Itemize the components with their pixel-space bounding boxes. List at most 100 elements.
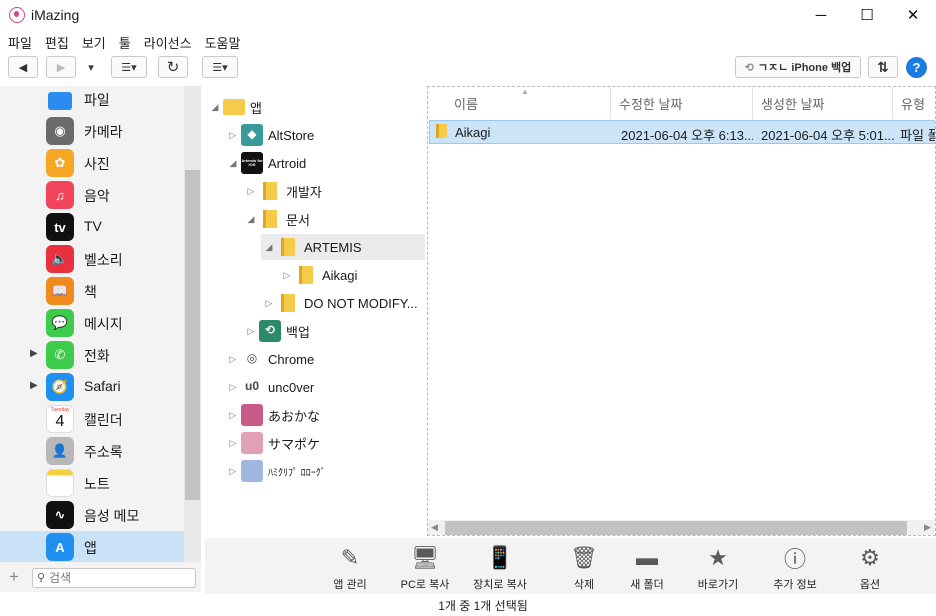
column-header-created[interactable]: 생성한 날짜 — [753, 87, 893, 119]
minimize-button[interactable]: ─ — [798, 0, 844, 30]
sidebar-item[interactable]: 👤 주소록 — [0, 435, 184, 467]
action-button[interactable]: ▬ 새 폴더 — [607, 544, 687, 594]
action-button[interactable]: ⓘ 추가 정보 — [755, 544, 835, 594]
back-button[interactable]: ◀ — [8, 56, 38, 78]
tree-item[interactable]: ▷ サマポケ — [225, 430, 425, 456]
search-input[interactable] — [49, 570, 189, 586]
sidebar-item[interactable]: ✿ 사진 — [0, 147, 184, 179]
tree-item-label: ﾊﾐｸﾘﾌﾟ ﾛﾛｰｸﾞ — [268, 467, 326, 479]
expand-arrow-icon[interactable]: ▶ — [30, 380, 38, 391]
tree-item[interactable]: ◢ ARTEMIS — [261, 234, 425, 260]
file-list-scrollbar-thumb[interactable] — [445, 521, 907, 535]
tree-expand-icon[interactable]: ◢ — [207, 102, 223, 113]
menu-edit[interactable]: 편집 — [45, 30, 69, 52]
tree-item[interactable]: ▷ ﾊﾐｸﾘﾌﾟ ﾛﾛｰｸﾞ — [225, 458, 425, 484]
sidebar-item[interactable]: ▶ ✆ 전화 — [0, 339, 184, 371]
view-mode-button[interactable]: ☰▾ — [111, 56, 147, 78]
sidebar-item[interactable]: ∿ 음성 메모 — [0, 499, 184, 531]
sidebar-item[interactable]: tv TV — [0, 211, 184, 243]
tree-expand-icon[interactable]: ▷ — [225, 382, 241, 393]
tree-expand-icon[interactable]: ▷ — [279, 270, 295, 281]
folder-tree: ◢ 앱 ▷ ◆ AltStore ◢ Artemis for iOS Artroid ▷ 개발자 ◢… — [205, 86, 425, 536]
tree-item[interactable]: ▷ DO NOT MODIFY... — [261, 290, 425, 316]
backup-button[interactable]: ⟲ ㄱㅈㄴ iPhone 백업 — [735, 56, 861, 78]
tree-item[interactable]: ▷ ◆ AltStore — [225, 122, 425, 148]
sidebar-scrollbar-thumb[interactable] — [185, 170, 200, 500]
action-label: 추가 정보 — [773, 579, 817, 591]
action-button[interactable]: 🖥 PC로 복사 — [385, 544, 465, 594]
sidebar-item-label: 메시지 — [84, 316, 123, 332]
sidebar-item[interactable]: ▶ 🧭 Safari — [0, 371, 184, 403]
menu-view[interactable]: 보기 — [82, 30, 106, 52]
tree-expand-icon[interactable]: ▷ — [225, 410, 241, 421]
help-button[interactable]: ? — [906, 57, 927, 78]
action-label: 옵션 — [859, 579, 881, 591]
add-button[interactable]: + — [9, 567, 19, 587]
maximize-button[interactable]: ☐ — [844, 0, 890, 30]
sidebar-item[interactable]: Tuesday 4 캘린더 — [0, 403, 184, 435]
menu-license[interactable]: 라이선스 — [144, 30, 192, 52]
tree-item[interactable]: ◢ Artemis for iOS Artroid — [225, 150, 425, 176]
backup-label: ㄱㅈㄴ iPhone 백업 — [757, 62, 852, 74]
sidebar-item[interactable]: 📖 책 — [0, 275, 184, 307]
column-header-name[interactable]: 이름 — [428, 87, 611, 119]
tree-expand-icon[interactable]: ▷ — [225, 130, 241, 141]
tree-item-label: AltStore — [268, 127, 315, 143]
scroll-right-icon[interactable]: ▶ — [924, 522, 931, 533]
tree-expand-icon[interactable]: ◢ — [261, 242, 277, 253]
tree-expand-icon[interactable]: ▷ — [225, 438, 241, 449]
action-button[interactable]: ✎ 앱 관리 — [310, 544, 390, 594]
tree-item[interactable]: ▷ あおかな — [225, 402, 425, 428]
tree-item[interactable]: ▷ 개발자 — [243, 178, 425, 204]
tree-item[interactable]: ▷ ⟲ 백업 — [243, 318, 425, 344]
tree-expand-icon[interactable]: ▷ — [261, 298, 277, 309]
imazing-logo-icon — [9, 7, 25, 23]
altstore-icon: ◆ — [241, 124, 263, 146]
sidebar-item[interactable]: 파일 — [0, 86, 184, 115]
sidebar-item[interactable]: 💬 메시지 — [0, 307, 184, 339]
tree-item[interactable]: ◢ 문서 — [243, 206, 425, 232]
backup-icon: ⟲ — [259, 320, 281, 342]
file-row[interactable]: Aikagi 2021-06-04 오후 6:13... 2021-06-04 … — [429, 120, 935, 144]
sidebar-item[interactable]: 🔈 벨소리 — [0, 243, 184, 275]
sidebar-item[interactable]: A앱 — [0, 531, 184, 562]
calendar-icon: Tuesday 4 — [46, 405, 74, 433]
tree-item[interactable]: ◢ 앱 — [207, 94, 425, 120]
sidebar-item-label: 전화 — [84, 348, 110, 364]
transfer-button[interactable]: ⇅ — [868, 56, 898, 78]
action-button[interactable]: ★ 바로가기 — [678, 544, 758, 594]
tree-item[interactable]: ▷ ◎ Chrome — [225, 346, 425, 372]
expand-arrow-icon[interactable]: ▶ — [30, 348, 38, 359]
menu-help[interactable]: 도움말 — [205, 30, 241, 52]
tree-expand-icon[interactable]: ▷ — [243, 186, 259, 197]
tree-expand-icon[interactable]: ◢ — [243, 214, 259, 225]
action-button[interactable]: ⚙ 옵션 — [830, 544, 910, 594]
menu-tools[interactable]: 툴 — [119, 30, 131, 52]
sidebar-item[interactable]: 노트 — [0, 467, 184, 499]
sort-options-button[interactable]: ☰▾ — [202, 56, 238, 78]
menu-file[interactable]: 파일 — [8, 30, 32, 52]
refresh-button[interactable]: ↻ — [158, 56, 188, 78]
file-list-scrollbar[interactable]: ◀ ▶ — [428, 520, 935, 535]
window-title: iMazing — [31, 7, 80, 23]
tree-expand-icon[interactable]: ▷ — [225, 354, 241, 365]
action-button[interactable]: 📱 장치로 복사 — [460, 544, 540, 594]
tree-expand-icon[interactable]: ◢ — [225, 158, 241, 169]
forward-button[interactable]: ▶ — [46, 56, 76, 78]
tree-item[interactable]: ▷ u0 unc0ver — [225, 374, 425, 400]
sidebar-item[interactable]: ♫ 음악 — [0, 179, 184, 211]
sidebar-item-label: 책 — [84, 284, 97, 300]
tree-item[interactable]: ▷ Aikagi — [279, 262, 425, 288]
scroll-left-icon[interactable]: ◀ — [431, 522, 438, 533]
column-header-type[interactable]: 유형 — [893, 87, 935, 119]
history-dropdown-button[interactable]: ▾ — [84, 56, 98, 78]
column-header-modified[interactable]: 수정한 날짜 — [611, 87, 753, 119]
sidebar-item-label: 벨소리 — [84, 252, 123, 268]
apps-folder-icon — [223, 96, 245, 118]
sidebar-item[interactable]: ◉ 카메라 — [0, 115, 184, 147]
tree-expand-icon[interactable]: ▷ — [225, 466, 241, 477]
tree-expand-icon[interactable]: ▷ — [243, 326, 259, 337]
hamikuri-icon — [241, 460, 263, 482]
search-box[interactable]: ⚲ — [32, 568, 196, 588]
close-button[interactable]: ✕ — [890, 0, 936, 30]
